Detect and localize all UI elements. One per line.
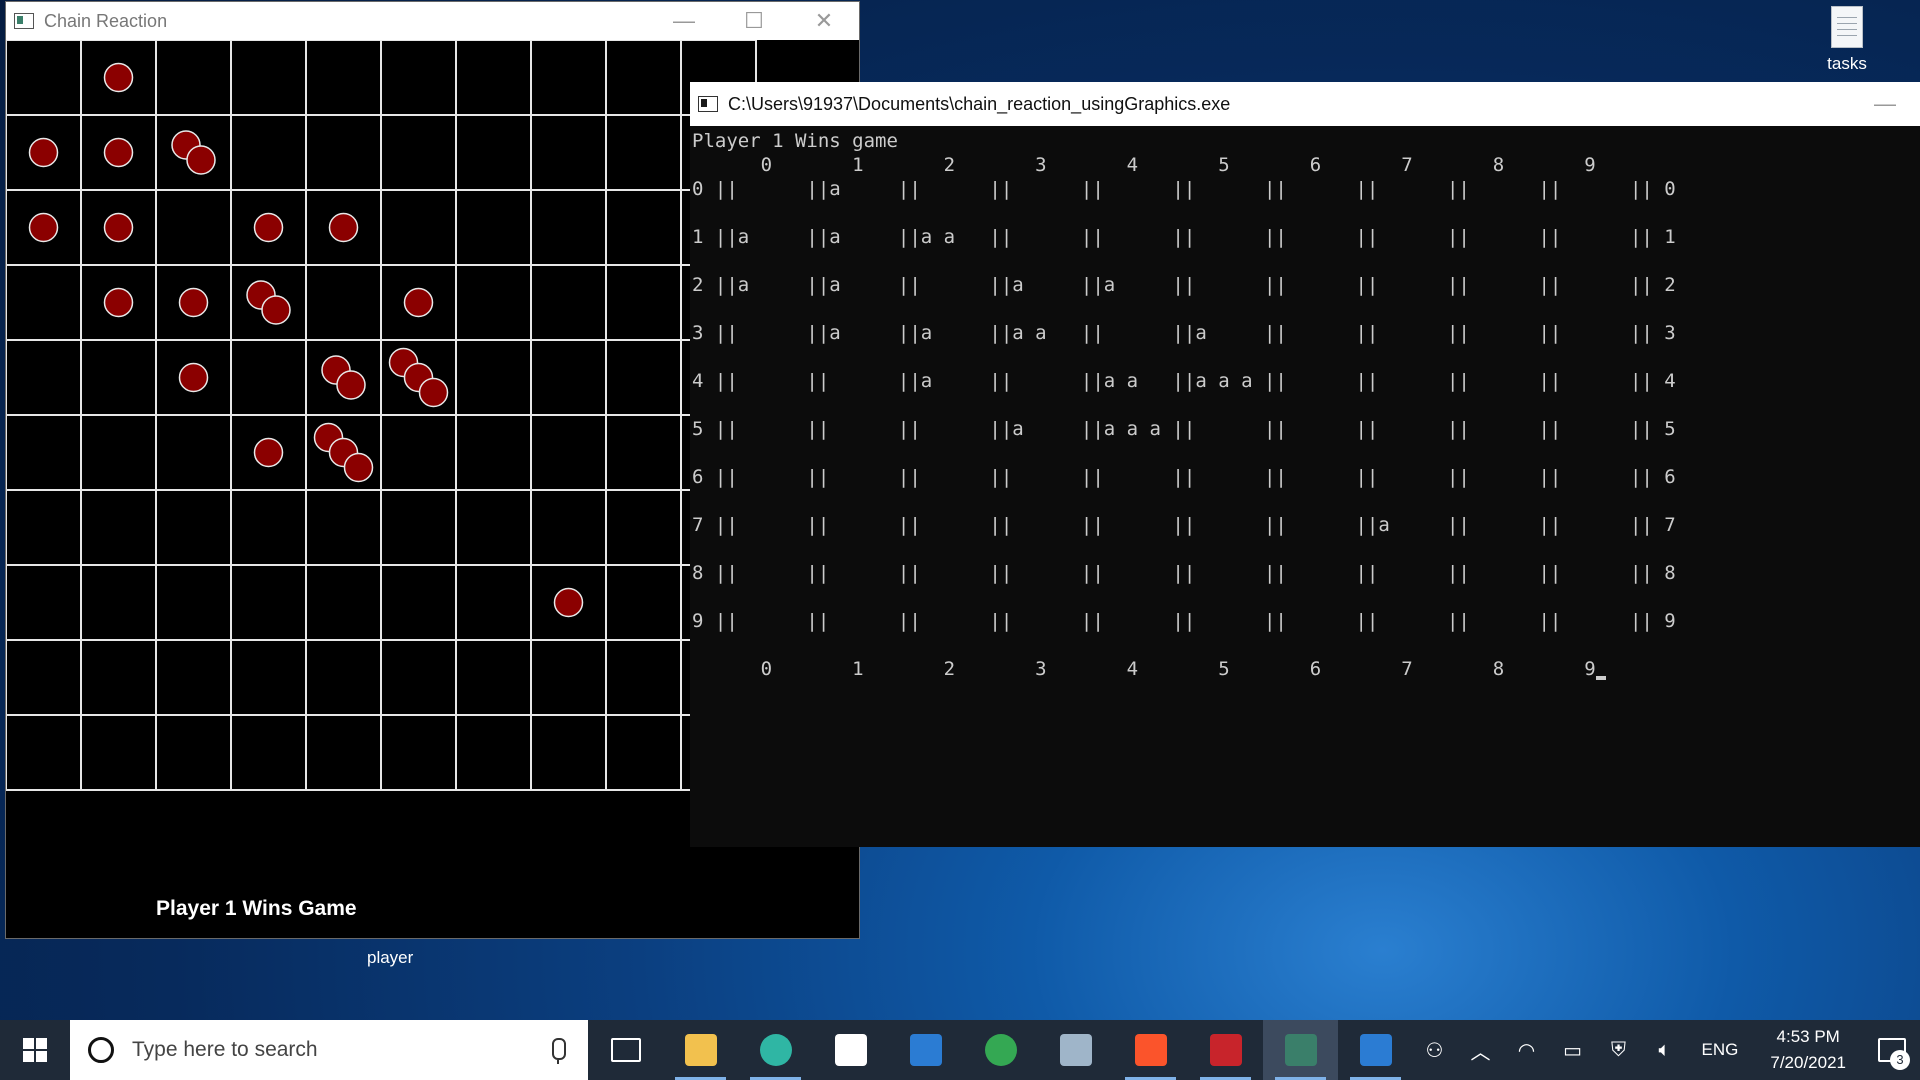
- console-window-title: C:\Users\91937\Documents\chain_reaction_…: [728, 93, 1231, 114]
- clock-time: 4:53 PM: [1776, 1027, 1840, 1046]
- orb: [328, 212, 359, 243]
- start-button[interactable]: [0, 1020, 70, 1080]
- taskbar: Type here to search ⚇ ︿ ◠ ▭ ⛨ 🔈︎ ENG 4:5…: [0, 1020, 1920, 1080]
- cortana-icon: [88, 1037, 114, 1063]
- orb: [103, 212, 134, 243]
- close-button[interactable]: ✕: [789, 2, 859, 40]
- maximize-button[interactable]: ☐: [719, 2, 789, 40]
- app-generic-icon: [1059, 1034, 1092, 1066]
- orb: [178, 362, 209, 393]
- taskbar-edge-button[interactable]: [738, 1020, 813, 1080]
- notification-count: 3: [1890, 1050, 1910, 1070]
- taskbar-store-button[interactable]: [813, 1020, 888, 1080]
- console-window[interactable]: C:\Users\91937\Documents\chain_reaction_…: [690, 82, 1920, 847]
- taskbar-winrar-button[interactable]: [1188, 1020, 1263, 1080]
- action-center-button[interactable]: 3: [1864, 1020, 1920, 1080]
- taskbar-chrome-button[interactable]: [963, 1020, 1038, 1080]
- console-line: 0 || ||a || || || || || || || || || 0: [692, 178, 1676, 200]
- clock-date: 7/20/2021: [1770, 1053, 1846, 1072]
- taskbar-file-explorer-button[interactable]: [663, 1020, 738, 1080]
- orb: [28, 212, 59, 243]
- console-minimize-button[interactable]: —: [1850, 85, 1920, 123]
- volume-icon[interactable]: 🔈︎: [1642, 1020, 1688, 1080]
- taskbar-apps: [588, 1020, 1413, 1080]
- taskbar-task-view-button[interactable]: [588, 1020, 663, 1080]
- orb: [261, 295, 291, 325]
- orb: [343, 452, 374, 483]
- taskbar-app-generic-button[interactable]: [1038, 1020, 1113, 1080]
- game-status: Player 1 Wins Game: [156, 897, 357, 920]
- people-icon[interactable]: ⚇: [1412, 1020, 1458, 1080]
- wifi-icon[interactable]: ◠: [1504, 1020, 1550, 1080]
- console-output: Player 1 Wins game 0 1 2 3 4 5 6 7 8 90 …: [690, 126, 1920, 847]
- console-line: 3 || ||a ||a ||a a || ||a || || || || ||…: [692, 322, 1676, 344]
- desktop-icon-tasks[interactable]: tasks: [1814, 6, 1880, 74]
- desktop-icon-label: tasks: [1827, 54, 1867, 73]
- battery-icon[interactable]: ▭: [1550, 1020, 1596, 1080]
- brave-icon: [1134, 1034, 1167, 1066]
- desktop-stray-label: player: [367, 948, 414, 967]
- search-placeholder: Type here to search: [132, 1038, 318, 1061]
- system-tray: ⚇ ︿ ◠ ▭ ⛨ 🔈︎ ENG 4:53 PM 7/20/2021 3: [1412, 1020, 1920, 1080]
- orb: [103, 62, 134, 93]
- file-explorer-icon: [684, 1034, 717, 1066]
- task-view-icon: [610, 1038, 641, 1062]
- chain-reaction-icon: [1284, 1034, 1317, 1066]
- edge-icon: [759, 1034, 792, 1066]
- console-line: 8 || || || || || || || || || || || 8: [692, 562, 1676, 584]
- orb: [418, 377, 449, 408]
- app-icon: [14, 13, 34, 29]
- minimize-button[interactable]: —: [649, 2, 719, 40]
- taskbar-mail-button[interactable]: [888, 1020, 963, 1080]
- orb: [253, 212, 284, 243]
- console-line: 0 1 2 3 4 5 6 7 8 9: [692, 154, 1596, 176]
- console-line: 5 || || || ||a ||a a a || || || || || ||…: [692, 418, 1676, 440]
- orb: [253, 437, 284, 468]
- console-title-bar[interactable]: C:\Users\91937\Documents\chain_reaction_…: [690, 82, 1920, 126]
- console-line: 9 || || || || || || || || || || || 9: [692, 610, 1676, 632]
- search-box[interactable]: Type here to search: [70, 1020, 588, 1080]
- title-bar[interactable]: Chain Reaction — ☐ ✕: [6, 2, 859, 40]
- window-title: Chain Reaction: [44, 10, 168, 31]
- mail-icon: [909, 1034, 942, 1066]
- orb: [553, 587, 584, 618]
- winrar-icon: [1209, 1034, 1242, 1066]
- windows-logo-icon: [23, 1038, 47, 1062]
- orb: [186, 145, 216, 175]
- console-line: 1 ||a ||a ||a a || || || || || || || || …: [692, 226, 1676, 248]
- orb: [178, 287, 209, 318]
- chrome-icon: [984, 1034, 1017, 1066]
- text-cursor: [1595, 676, 1606, 680]
- taskbar-chain-reaction-button[interactable]: [1263, 1020, 1338, 1080]
- console-line: 4 || || ||a || ||a a ||a a a || || || ||…: [692, 370, 1676, 392]
- console-line: 0 1 2 3 4 5 6 7 8 9: [692, 658, 1606, 680]
- orb: [403, 287, 434, 318]
- console-icon: [1359, 1034, 1392, 1066]
- console-line: Player 1 Wins game: [692, 130, 898, 152]
- language-indicator[interactable]: ENG: [1688, 1040, 1753, 1060]
- console-line: 7 || || || || || || || ||a || || || 7: [692, 514, 1676, 536]
- taskbar-brave-button[interactable]: [1113, 1020, 1188, 1080]
- orb: [103, 137, 134, 168]
- orb: [103, 287, 134, 318]
- security-alert-icon[interactable]: ⛨: [1596, 1020, 1642, 1080]
- text-file-icon: [1831, 6, 1863, 48]
- microphone-icon[interactable]: [552, 1038, 566, 1064]
- console-line: 6 || || || || || || || || || || || 6: [692, 466, 1676, 488]
- console-app-icon: [698, 96, 718, 112]
- clock[interactable]: 4:53 PM 7/20/2021: [1752, 1024, 1864, 1076]
- taskbar-console-button[interactable]: [1338, 1020, 1413, 1080]
- orb: [336, 370, 366, 400]
- orb: [28, 137, 59, 168]
- console-line: 2 ||a ||a || ||a ||a || || || || || || 2: [692, 274, 1676, 296]
- chevron-up-icon[interactable]: ︿: [1458, 1020, 1504, 1080]
- store-icon: [834, 1034, 867, 1066]
